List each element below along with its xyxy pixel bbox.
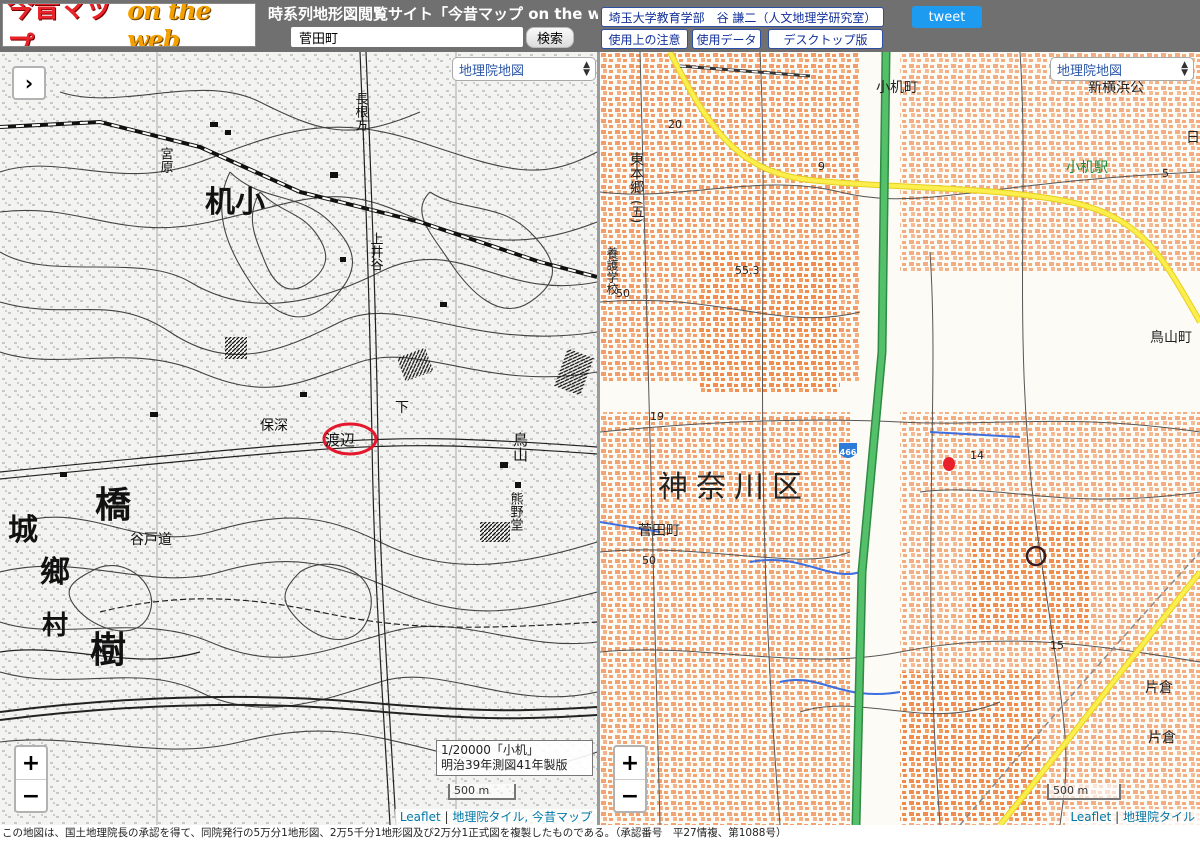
- right-attribution: Leaflet | 地理院タイル: [1065, 809, 1200, 825]
- label-katakura-2: 片倉: [1148, 730, 1176, 746]
- location-pin-icon: [943, 457, 955, 471]
- search-button[interactable]: 検索: [526, 27, 574, 48]
- left-zoom-in-button[interactable]: +: [16, 747, 46, 780]
- label-kamiidani: 上井谷: [368, 232, 384, 271]
- label-nagasaki: 長根方: [353, 92, 369, 132]
- usage-notice-link[interactable]: 使用上の注意: [601, 29, 688, 49]
- desktop-version-link[interactable]: デスクトップ版: [768, 29, 883, 49]
- right-scale-bar: 500 m: [1047, 784, 1121, 800]
- label-michi: 谷戸道: [130, 532, 172, 548]
- label-kanagawa-ward: 神奈川区: [658, 470, 810, 505]
- label-higashi-hongo: 東本郷: [628, 152, 644, 194]
- site-title: 時系列地形図閲覧サイト「今昔マップ on the web」: [268, 5, 598, 23]
- route-466-icon: 466: [839, 443, 857, 458]
- left-layer-select[interactable]: 地理院地図 ▲ ▼: [452, 57, 596, 81]
- left-zoom-control: + −: [14, 745, 48, 813]
- right-leaflet-link[interactable]: Leaflet: [1070, 810, 1111, 824]
- elevation-50: 50: [642, 554, 656, 567]
- label-jo: 城: [8, 513, 38, 548]
- right-layer-select[interactable]: 地理院地図 ▲ ▼: [1050, 57, 1194, 81]
- left-attribution: Leaflet | 地理院タイル, 今昔マップ: [394, 809, 597, 825]
- label-toriyama-town: 鳥山町: [1150, 330, 1192, 346]
- right-zoom-out-button[interactable]: −: [615, 780, 645, 811]
- label-ju: 樹: [90, 630, 126, 671]
- place-search-input[interactable]: [291, 27, 523, 47]
- site-logo[interactable]: 今昔マップ on the web: [2, 3, 256, 47]
- left-layer-value: 地理院地図: [459, 63, 525, 79]
- label-toriyama: 鳥山: [511, 431, 529, 462]
- left-scale-bar: 500 m: [448, 784, 516, 800]
- left-zoom-out-button[interactable]: −: [16, 780, 46, 811]
- elevation-5: 5: [1162, 167, 1169, 180]
- logo-main-text: 今昔マップ: [7, 3, 112, 46]
- label-shin-yokohama: 新横浜公: [1088, 80, 1144, 96]
- select-arrows-icon: ▲ ▼: [1181, 60, 1188, 78]
- elevation-14: 14: [970, 449, 984, 462]
- historical-map-canvas[interactable]: 机小 橋 城 鄉 村 樹 渡辺 谷戸道 保深 長根方 下 宮原 鳥山 熊野堂 上…: [0, 52, 597, 825]
- label-kozukue-town: 小机町: [876, 80, 918, 96]
- header-bar: 今昔マップ on the web 時系列地形図閲覧サイト「今昔マップ on th…: [0, 0, 1200, 52]
- right-zoom-in-button[interactable]: +: [615, 747, 645, 780]
- left-tile-credit-link[interactable]: 地理院タイル, 今昔マップ: [452, 810, 592, 824]
- label-kozukue: 机小: [205, 185, 265, 220]
- map-sheet-scale-name: 1/20000「小机」: [441, 743, 539, 757]
- label-kozukue-station: 小机駅: [1066, 160, 1108, 176]
- label-go: (五): [629, 200, 645, 223]
- select-arrows-icon: ▲ ▼: [583, 60, 590, 78]
- svg-text:466: 466: [840, 448, 857, 457]
- map-sheet-survey-date: 明治39年測図41年製版: [441, 758, 568, 772]
- sidebar-toggle-button[interactable]: ›: [12, 66, 46, 100]
- right-zoom-control: + −: [613, 745, 647, 813]
- historical-map-pane[interactable]: 机小 橋 城 鄉 村 樹 渡辺 谷戸道 保深 長根方 下 宮原 鳥山 熊野堂 上…: [0, 52, 597, 825]
- right-tile-credit-link[interactable]: 地理院タイル: [1123, 810, 1195, 824]
- tweet-button[interactable]: tweet: [912, 6, 982, 28]
- modern-map-pane[interactable]: 466 神奈川区 菅田町 小机町 小机駅 新横浜公 東本郷 (五) 養護学校 鳥…: [600, 52, 1200, 825]
- label-hi: 日: [1186, 130, 1200, 146]
- label-katakura-1: 片倉: [1145, 680, 1173, 696]
- label-kumano: 熊野堂: [508, 491, 524, 531]
- logo-sub-text: on the web: [127, 3, 211, 47]
- label-shimo: 下: [395, 400, 409, 416]
- map-sheet-info: 1/20000「小机」 明治39年測図41年製版: [436, 740, 593, 776]
- modern-map-canvas[interactable]: 466 神奈川区 菅田町 小机町 小机駅 新横浜公 東本郷 (五) 養護学校 鳥…: [600, 52, 1200, 825]
- elevation-9: 9: [818, 160, 825, 173]
- label-watari: 渡辺: [325, 431, 355, 449]
- elevation-15: 15: [1050, 639, 1064, 652]
- label-mura: 村: [42, 611, 68, 641]
- copyright-footer: この地図は、国土地理院長の承認を得て、同院発行の5万分1地形図、2万5千分1地形…: [0, 825, 1200, 841]
- elevation-50b: 50: [616, 287, 630, 300]
- label-go: 鄉: [40, 555, 70, 590]
- data-source-link[interactable]: 使用データ: [692, 29, 761, 49]
- author-credit-link[interactable]: 埼玉大学教育学部 谷 謙二（人文地理学研究室）: [601, 7, 884, 27]
- elevation-19: 19: [650, 410, 664, 423]
- label-suda-town: 菅田町: [638, 523, 680, 539]
- elevation-20: 20: [668, 118, 682, 131]
- elevation-553: 55.3: [735, 264, 760, 277]
- label-hashi: 橋: [95, 485, 131, 526]
- right-layer-value: 地理院地図: [1057, 63, 1123, 79]
- label-hosei: 保深: [260, 418, 288, 434]
- label-miyahara: 宮原: [158, 146, 174, 173]
- left-leaflet-link[interactable]: Leaflet: [400, 810, 441, 824]
